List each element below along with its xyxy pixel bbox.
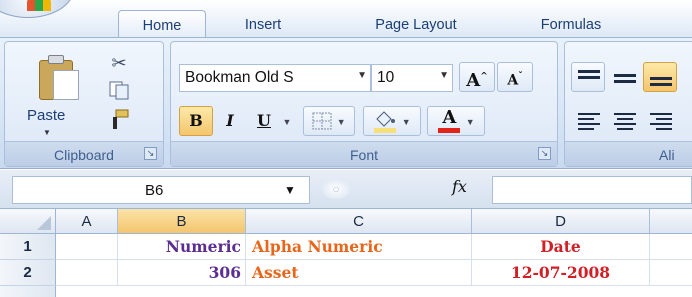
fill-color-icon [373,109,397,133]
cell-a1[interactable] [56,234,118,260]
copy-icon[interactable] [107,80,131,102]
clipboard-group: Paste ▼ ✂ Clipboard ↘ [4,41,164,167]
font-size-combo[interactable]: 10 ▼ [371,64,453,92]
font-name-combo[interactable]: Bookman Old S ▼ [179,64,371,92]
underline-dropdown-icon[interactable]: ▼ [279,106,295,136]
cell-e2[interactable] [650,260,692,286]
formula-input[interactable] [492,176,692,204]
font-dialog-launcher-icon[interactable]: ↘ [538,147,551,160]
cell-c1[interactable]: Alpha Numeric [246,234,472,260]
cell-b2[interactable]: 306 [118,260,246,286]
tab-formulas[interactable]: Formulas [528,10,614,38]
column-header-d[interactable]: D [472,209,650,234]
format-painter-icon[interactable] [107,108,131,130]
cell-e1[interactable] [650,234,692,260]
font-size-value: 10 [377,69,395,86]
align-middle-button[interactable] [607,62,641,92]
underline-button[interactable]: U [249,106,279,136]
align-top-button[interactable] [571,62,605,92]
align-center-button[interactable] [607,106,641,136]
row-header-3[interactable] [0,286,56,297]
italic-button[interactable]: I [215,106,245,136]
column-header-a[interactable]: A [56,209,118,234]
name-box-value: B6 [145,182,164,199]
column-header-b[interactable]: B [118,209,246,234]
column-header-next[interactable] [650,209,692,234]
align-left-button[interactable] [571,106,605,136]
font-color-button[interactable]: A ▼ [427,106,485,136]
font-name-dropdown-icon[interactable]: ▼ [357,70,367,81]
office-button[interactable] [0,0,74,18]
font-color-icon: A [437,107,461,134]
shrink-font-button[interactable]: Aˇ [497,62,533,92]
tab-page-layout[interactable]: Page Layout [356,10,476,38]
alignment-group-label: Ali [565,141,692,166]
select-all-button[interactable] [0,209,56,234]
cell-d2[interactable]: 12-07-2008 [472,260,650,286]
cell-d1[interactable]: Date [472,234,650,260]
paste-dropdown-icon[interactable]: ▼ [43,128,51,137]
paste-icon[interactable] [39,54,83,100]
formula-cancel-icon[interactable]: ○ [322,179,350,199]
bold-button[interactable]: B [179,106,213,136]
clipboard-group-label: Clipboard [5,141,163,166]
font-group: Bookman Old S ▼ 10 ▼ A^ Aˇ B I U ▼ ▼ ▼ A… [170,41,558,167]
name-box[interactable]: B6 [12,176,310,204]
clipboard-dialog-launcher-icon[interactable]: ↘ [144,147,157,160]
tab-insert[interactable]: Insert [220,10,306,38]
worksheet-grid: A B C D 1 Numeric Alpha Numeric Date 2 3… [0,209,692,297]
font-name-value: Bookman Old S [185,69,294,86]
insert-function-icon[interactable]: fx [452,177,467,196]
name-box-dropdown-icon[interactable]: ▼ [284,183,296,197]
borders-button[interactable]: ▼ [303,106,355,136]
grow-font-button[interactable]: A^ [459,62,495,92]
cell-a2[interactable] [56,260,118,286]
cell-c2[interactable]: Asset [246,260,472,286]
fill-color-button[interactable]: ▼ [363,106,421,136]
font-group-label: Font [171,141,557,166]
cell-b1[interactable]: Numeric [118,234,246,260]
ribbon: Paste ▼ ✂ Clipboard ↘ Bookman Old S ▼ 10… [0,37,692,169]
row-header-2[interactable]: 2 [0,260,56,286]
row-header-1[interactable]: 1 [0,234,56,260]
ribbon-tab-bar: Home Insert Page Layout Formulas [0,0,692,38]
column-header-c[interactable]: C [246,209,472,234]
borders-icon [312,112,332,130]
paste-button-label[interactable]: Paste [27,107,65,124]
tab-home[interactable]: Home [118,10,206,38]
align-bottom-button[interactable] [643,62,677,92]
cut-icon[interactable]: ✂ [107,52,131,74]
alignment-group: Ali [564,41,692,167]
align-right-button[interactable] [643,106,677,136]
font-size-dropdown-icon[interactable]: ▼ [439,70,449,81]
office-logo-icon [27,0,51,11]
formula-bar: B6 ▼ ○ fx [0,170,692,209]
